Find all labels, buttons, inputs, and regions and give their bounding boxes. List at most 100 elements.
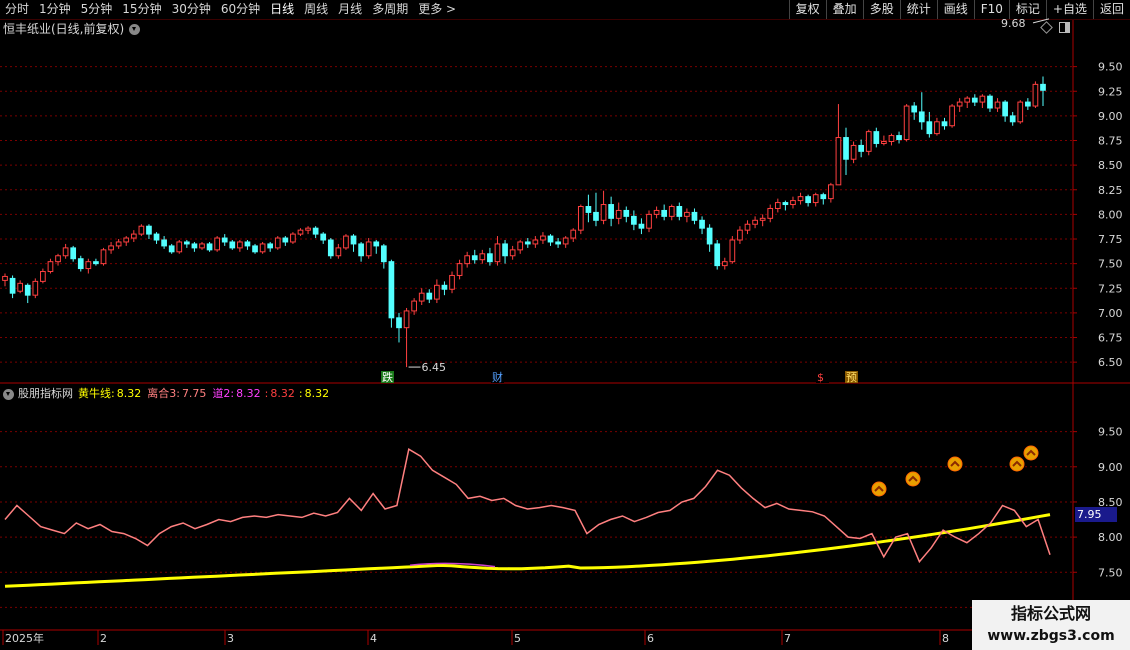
candle-body-up xyxy=(759,217,766,221)
candle-body-up xyxy=(752,219,758,225)
candle-body-up xyxy=(729,239,736,263)
candle-body-up xyxy=(449,274,455,290)
candle-body-down xyxy=(1024,101,1031,107)
high-price-label: 9.68 xyxy=(1001,17,1026,30)
candle-body-up xyxy=(562,237,569,245)
candlestick-series xyxy=(2,76,1046,368)
candle-body-up xyxy=(744,223,751,231)
candle-body-up xyxy=(737,229,743,241)
candle-body-down xyxy=(320,233,327,241)
candle-body-down xyxy=(918,111,925,123)
indicator-l4-value: 8.32 xyxy=(270,387,295,400)
candle-body-down xyxy=(146,225,152,235)
candle-body-down xyxy=(691,211,698,221)
candle-body-down xyxy=(941,121,948,127)
candle-body-down xyxy=(699,219,705,229)
candle-body-up xyxy=(570,229,577,239)
candle-body-down xyxy=(267,243,274,249)
candle-body-down xyxy=(858,144,865,152)
candle-body-down xyxy=(714,243,721,267)
price-tick-label: 9.50 xyxy=(1098,61,1123,74)
candle-body-down xyxy=(987,95,993,109)
candle-body-up xyxy=(259,243,266,253)
candle-body-down xyxy=(252,245,258,253)
indicator-l5-name: : xyxy=(298,387,303,400)
candle-body-up xyxy=(767,207,774,219)
signal-up-icon xyxy=(1009,456,1025,472)
candle-body-up xyxy=(199,243,205,249)
candle-body-up xyxy=(774,202,781,209)
candle-body-up xyxy=(237,241,243,249)
indicator-source: 股朋指标网 xyxy=(18,387,73,400)
time-label: 5 xyxy=(514,632,521,645)
candle-body-down xyxy=(593,211,599,221)
indicator-l1-name: 黄牛线: xyxy=(78,387,115,400)
axes-frame xyxy=(0,20,1130,650)
candle-body-down xyxy=(1009,115,1016,123)
time-label: 8 xyxy=(942,632,949,645)
candle-body-up xyxy=(684,211,690,217)
candle-body-down xyxy=(1002,101,1008,117)
price-tick-label: 7.00 xyxy=(1098,307,1123,320)
candle-body-up xyxy=(964,97,971,103)
price-tick-label: 8.50 xyxy=(1098,159,1123,172)
indicator-l4-name: : xyxy=(264,387,269,400)
low-price-label: 6.45 xyxy=(422,361,447,374)
candle-body-up xyxy=(509,249,516,257)
candle-body-down xyxy=(911,105,918,113)
chevron-down-icon[interactable] xyxy=(129,23,141,35)
candle-body-up xyxy=(47,261,54,273)
candle-body-up xyxy=(62,247,69,257)
candle-body-up xyxy=(464,255,471,265)
candle-body-up xyxy=(532,239,539,245)
candle-body-up xyxy=(494,243,501,263)
indicator-l2-value: 7.75 xyxy=(181,387,207,400)
indicator-l1-value: 8.32 xyxy=(116,387,142,400)
candle-body-down xyxy=(585,206,592,213)
indicator-l3-name: 道2: xyxy=(212,387,235,400)
candle-body-down xyxy=(441,284,448,290)
chart-canvas[interactable]: 9.50 9.25 9.00 8.75 8.50 8.25 8.00 7.75 7.50 7.25… xyxy=(0,0,1130,650)
diamond-icon[interactable] xyxy=(1040,21,1053,34)
candle-body-up xyxy=(517,241,524,251)
price-tick-label: 7.75 xyxy=(1098,233,1123,246)
candle-body-down xyxy=(161,239,167,247)
signal-up-icon xyxy=(947,456,963,472)
candle-body-up xyxy=(55,255,61,263)
candle-body-up xyxy=(828,184,834,200)
chevron-down-icon[interactable] xyxy=(3,388,14,400)
time-label: 4 xyxy=(370,632,377,645)
candle-body-up xyxy=(668,206,675,217)
panel-toggle-icon[interactable] xyxy=(1059,22,1070,33)
corner-icons xyxy=(1040,21,1070,34)
candle-body-up xyxy=(274,237,281,249)
signal-up-icon xyxy=(1023,445,1039,461)
time-label: 3 xyxy=(227,632,234,645)
candle-body-down xyxy=(487,253,493,263)
indicator-l2-name: 离合3: xyxy=(147,387,180,400)
candle-body-down xyxy=(396,317,402,329)
watermark-title: 指标公式网 xyxy=(1010,604,1091,623)
candle-body-down xyxy=(638,223,645,229)
candle-body-down xyxy=(70,247,77,260)
candle-body-down xyxy=(471,255,478,261)
stock-title-bar: 恒丰纸业(日线,前复权) xyxy=(3,21,141,37)
price-tick-label: 7.50 xyxy=(1098,258,1123,271)
dividend-marker: $ xyxy=(817,371,824,384)
candle-body-down xyxy=(358,243,364,257)
candle-body-down xyxy=(206,243,213,251)
indicator-title-bar: 股朋指标网 黄牛线: 8.32 离合3: 7.75 道2: 8.32 : 8.3… xyxy=(3,387,329,401)
candle-body-up xyxy=(456,263,463,276)
annotations: 9.68 6.45 跌 财 $ 预 xyxy=(381,17,1050,384)
candle-body-up xyxy=(176,241,183,253)
candle-body-up xyxy=(434,284,440,300)
candle-body-down xyxy=(661,209,668,217)
pink-lihe-line xyxy=(4,448,1051,564)
candle-body-up xyxy=(17,282,24,292)
candle-body-down xyxy=(221,237,228,243)
time-label: 2025年 xyxy=(5,631,44,645)
candle-body-up xyxy=(994,101,1001,109)
candle-body-up xyxy=(138,225,145,235)
candle-body-up xyxy=(2,275,8,281)
candle-body-down xyxy=(282,237,289,243)
